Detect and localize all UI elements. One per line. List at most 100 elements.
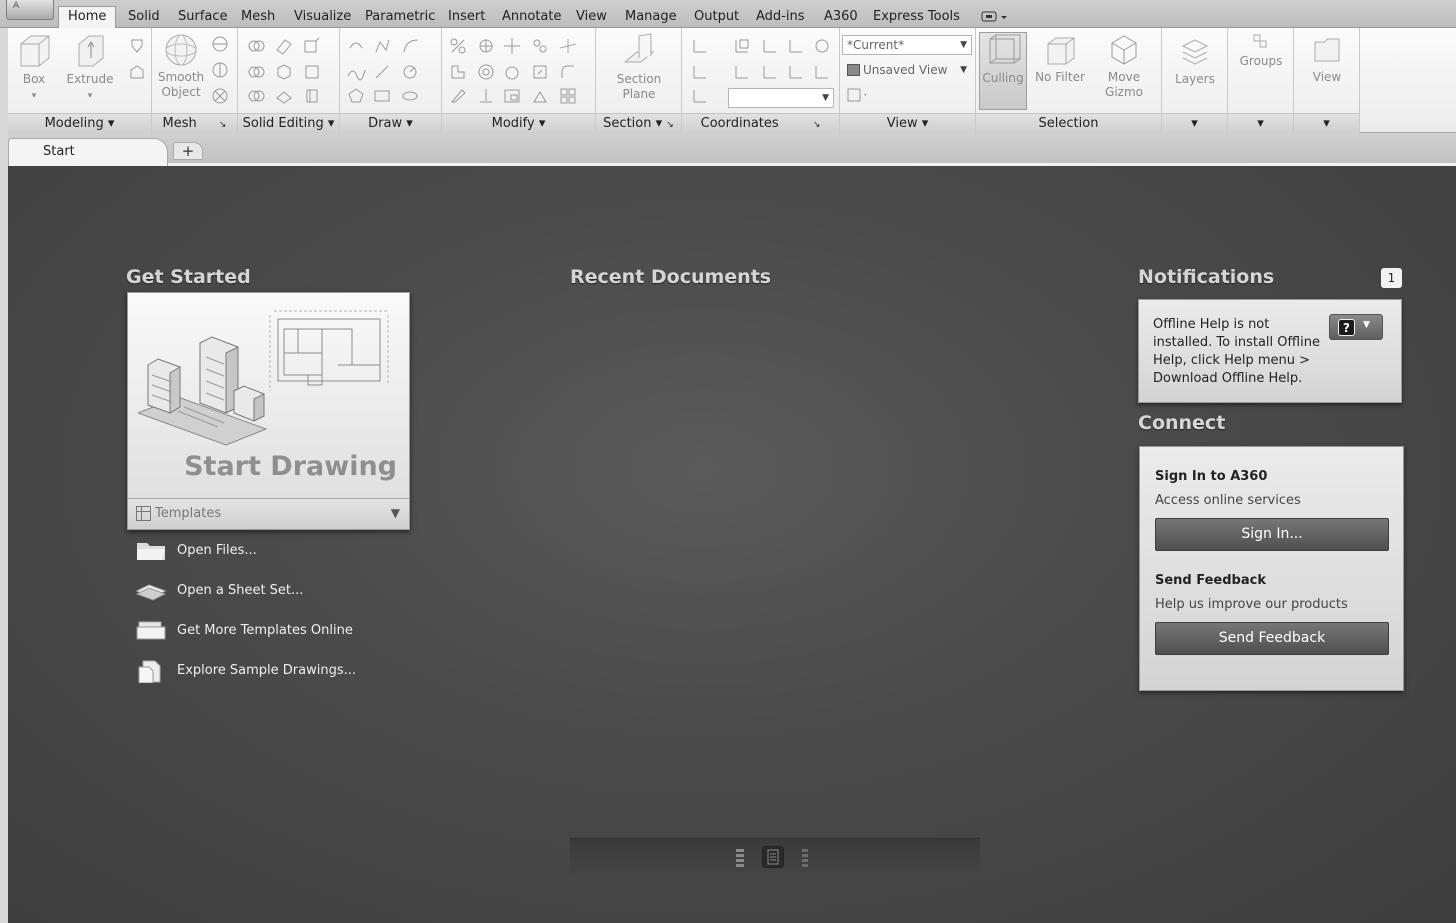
- panel-title-coordinates[interactable]: Coordinates ↘: [682, 113, 839, 133]
- panel-title-modeling[interactable]: Modeling ▾: [8, 113, 151, 133]
- panel-title-selection[interactable]: Selection: [976, 113, 1161, 133]
- fillet-icon[interactable]: [558, 62, 578, 82]
- ribbon-display-toggle-icon[interactable]: [980, 10, 1010, 24]
- tab-annotate[interactable]: Annotate: [502, 8, 561, 28]
- scale-icon[interactable]: [448, 36, 468, 56]
- ucs-z-icon[interactable]: [812, 36, 832, 56]
- tab-surface[interactable]: Surface: [178, 8, 228, 28]
- smooth-more-icon[interactable]: [210, 34, 230, 54]
- rotate-icon[interactable]: [476, 36, 496, 56]
- union-icon[interactable]: [246, 36, 266, 56]
- offset-icon[interactable]: [476, 62, 496, 82]
- ucs-dropdown[interactable]: ▼: [728, 88, 834, 108]
- culling-toggle[interactable]: Culling: [979, 32, 1027, 110]
- tab-solid[interactable]: Solid: [128, 8, 160, 28]
- smooth-object-button[interactable]: Smooth Object: [156, 32, 206, 100]
- page-create-indicator[interactable]: [762, 846, 784, 868]
- ucs-zaxis-icon[interactable]: [812, 62, 832, 82]
- line-icon[interactable]: [346, 36, 366, 56]
- visual-style-dropdown[interactable]: *Current* ▼: [842, 35, 972, 55]
- application-menu-button[interactable]: A: [6, 0, 54, 20]
- ucs-world-icon[interactable]: [732, 36, 752, 56]
- ellipse-icon[interactable]: [400, 86, 420, 106]
- open-files-link[interactable]: Open Files...: [133, 536, 433, 566]
- groups-button[interactable]: Groups: [1234, 32, 1288, 69]
- move-gizmo-button[interactable]: Move Gizmo: [1100, 32, 1148, 100]
- move-icon[interactable]: [502, 36, 522, 56]
- get-more-templates-link[interactable]: Get More Templates Online: [133, 616, 433, 646]
- tab-view[interactable]: View: [576, 8, 607, 28]
- extrude-button[interactable]: Extrude ▾: [66, 32, 114, 104]
- polyline-icon[interactable]: [372, 36, 392, 56]
- tab-visualize[interactable]: Visualize: [294, 8, 351, 28]
- ucs-3point-icon[interactable]: [786, 62, 806, 82]
- named-view-dropdown[interactable]: Unsaved View ▼: [842, 60, 972, 80]
- panel-title-view[interactable]: View ▾: [840, 113, 975, 133]
- tab-start[interactable]: Start: [8, 138, 168, 166]
- new-tab-button[interactable]: +: [173, 142, 203, 160]
- tab-manage[interactable]: Manage: [625, 8, 677, 28]
- panel-title-solid-editing[interactable]: Solid Editing ▾: [238, 113, 339, 133]
- panel-title-view-2[interactable]: ▾: [1294, 113, 1359, 133]
- ucs-icon[interactable]: [690, 36, 710, 56]
- polysolid-icon[interactable]: [127, 62, 147, 82]
- tab-parametric[interactable]: Parametric: [365, 8, 435, 28]
- helix-icon[interactable]: [372, 62, 392, 82]
- shell-icon[interactable]: [302, 86, 322, 106]
- rotate-3d-icon[interactable]: [502, 62, 522, 82]
- erase-icon[interactable]: [448, 86, 468, 106]
- ucs-y-icon[interactable]: [786, 36, 806, 56]
- viewport-config-icon[interactable]: [846, 86, 874, 106]
- mirror-3d-icon[interactable]: [476, 86, 496, 106]
- layers-button[interactable]: Layers: [1170, 32, 1220, 87]
- no-filter-button[interactable]: No Filter: [1034, 32, 1086, 85]
- help-menu-button[interactable]: ? ▼: [1329, 314, 1383, 340]
- slice-icon[interactable]: [274, 36, 294, 56]
- separate-icon[interactable]: [302, 36, 322, 56]
- extract-edges-icon[interactable]: [302, 62, 322, 82]
- stretch-icon[interactable]: [448, 62, 468, 82]
- array-icon[interactable]: [502, 86, 522, 106]
- tab-mesh[interactable]: Mesh: [241, 8, 275, 28]
- box-button[interactable]: Box ▾: [14, 32, 54, 104]
- ucs-origin-icon[interactable]: [690, 62, 710, 82]
- copy-icon[interactable]: [530, 36, 550, 56]
- ucs-named-icon[interactable]: [690, 86, 710, 106]
- rectangle-icon[interactable]: [372, 86, 392, 106]
- panel-title-draw[interactable]: Draw ▾: [340, 113, 441, 133]
- interfere-icon[interactable]: [274, 62, 294, 82]
- rect-array-icon[interactable]: [558, 86, 578, 106]
- presspull-icon[interactable]: [127, 36, 147, 56]
- subtract-icon[interactable]: [246, 62, 266, 82]
- section-plane-button[interactable]: Section Plane: [604, 32, 674, 102]
- arc-icon[interactable]: [400, 36, 420, 56]
- tab-home[interactable]: Home: [58, 6, 117, 28]
- intersect-icon[interactable]: [246, 86, 266, 106]
- start-drawing-card[interactable]: Start Drawing Templates ▼: [127, 292, 410, 530]
- circle-icon[interactable]: [400, 62, 420, 82]
- send-feedback-button[interactable]: Send Feedback: [1155, 622, 1389, 655]
- start-drawing-label[interactable]: Start Drawing: [184, 451, 397, 482]
- panel-title-mesh[interactable]: Mesh ↘: [152, 113, 237, 133]
- smooth-less-icon[interactable]: [210, 60, 230, 80]
- page-learn-indicator[interactable]: [736, 849, 744, 867]
- sign-in-button[interactable]: Sign In...: [1155, 518, 1389, 551]
- panel-title-groups[interactable]: ▾: [1228, 113, 1293, 133]
- tab-express-tools[interactable]: Express Tools: [873, 8, 960, 28]
- trim-icon[interactable]: [558, 36, 578, 56]
- ucs-object-icon[interactable]: [760, 62, 780, 82]
- panel-title-layers[interactable]: ▾: [1162, 113, 1227, 133]
- align-icon[interactable]: [530, 62, 550, 82]
- refine-mesh-icon[interactable]: [210, 86, 230, 106]
- ucs-view-icon[interactable]: [732, 62, 752, 82]
- panel-title-modify[interactable]: Modify ▾: [442, 113, 595, 133]
- tab-insert[interactable]: Insert: [448, 8, 485, 28]
- open-sheet-set-link[interactable]: Open a Sheet Set...: [133, 576, 433, 606]
- explore-sample-drawings-link[interactable]: Explore Sample Drawings...: [133, 656, 433, 686]
- panel-title-section[interactable]: Section ▾ ↘: [596, 113, 681, 133]
- page-extend-indicator[interactable]: [802, 849, 808, 867]
- polygon-icon[interactable]: [346, 86, 366, 106]
- tab-add-ins[interactable]: Add-ins: [756, 8, 804, 28]
- tab-output[interactable]: Output: [694, 8, 739, 28]
- tab-a360[interactable]: A360: [824, 8, 858, 28]
